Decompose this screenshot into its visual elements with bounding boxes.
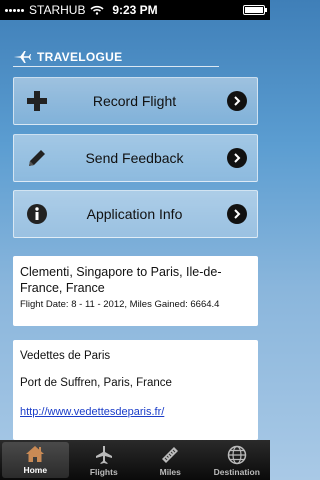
- info-icon: [24, 203, 50, 225]
- airplane-logo-icon: [13, 51, 31, 63]
- tab-home[interactable]: Home: [2, 442, 69, 478]
- carrier-label: STARHUB: [29, 3, 86, 17]
- send-feedback-button[interactable]: Send Feedback: [13, 134, 258, 182]
- place-name: Vedettes de Paris: [20, 350, 111, 362]
- tab-home-label: Home: [23, 465, 48, 475]
- plus-icon: [24, 90, 50, 112]
- tab-destination[interactable]: Destination: [204, 440, 271, 480]
- globe-icon: [227, 445, 246, 465]
- house-icon: [26, 446, 45, 462]
- tab-flights[interactable]: Flights: [71, 440, 138, 480]
- signal-icon: [5, 8, 24, 12]
- status-bar: STARHUB 9:23 PM: [0, 0, 270, 20]
- tab-bar: Home Flights Miles Destination: [0, 440, 270, 480]
- tab-miles[interactable]: Miles: [137, 440, 204, 480]
- place-address: Port de Suffren, Paris, France: [20, 377, 172, 389]
- chevron-right-icon: [227, 204, 247, 224]
- place-url-link[interactable]: http://www.vedettesdeparis.fr/: [20, 406, 251, 418]
- chevron-right-icon: [227, 148, 247, 168]
- tab-flights-label: Flights: [89, 467, 118, 477]
- flight-route: Clementi, Singapore to Paris, Ile-de-Fra…: [20, 265, 222, 295]
- flight-meta: Flight Date: 8 - 11 - 2012, Miles Gained…: [20, 299, 220, 310]
- tab-miles-label: Miles: [159, 467, 181, 477]
- battery-icon: [243, 5, 267, 15]
- brand-divider: [13, 66, 219, 67]
- tab-destination-label: Destination: [213, 467, 260, 477]
- pencil-icon: [24, 147, 50, 169]
- wifi-icon: [90, 5, 104, 15]
- send-feedback-label: Send Feedback: [85, 150, 184, 166]
- record-flight-label: Record Flight: [92, 93, 177, 109]
- record-flight-button[interactable]: Record Flight: [13, 77, 258, 125]
- application-info-label: Application Info: [86, 206, 183, 222]
- airplane-icon: [95, 446, 112, 464]
- brand-title: TRAVELOGUE: [37, 50, 123, 64]
- ruler-icon: [162, 447, 179, 463]
- brand-header: TRAVELOGUE: [13, 46, 219, 68]
- destination-card: Vedettes de Paris Port de Suffren, Paris…: [13, 340, 258, 440]
- application-info-button[interactable]: Application Info: [13, 190, 258, 238]
- chevron-right-icon: [227, 91, 247, 111]
- flight-summary-card[interactable]: Clementi, Singapore to Paris, Ile-de-Fra…: [13, 256, 258, 326]
- status-left: STARHUB: [5, 3, 104, 17]
